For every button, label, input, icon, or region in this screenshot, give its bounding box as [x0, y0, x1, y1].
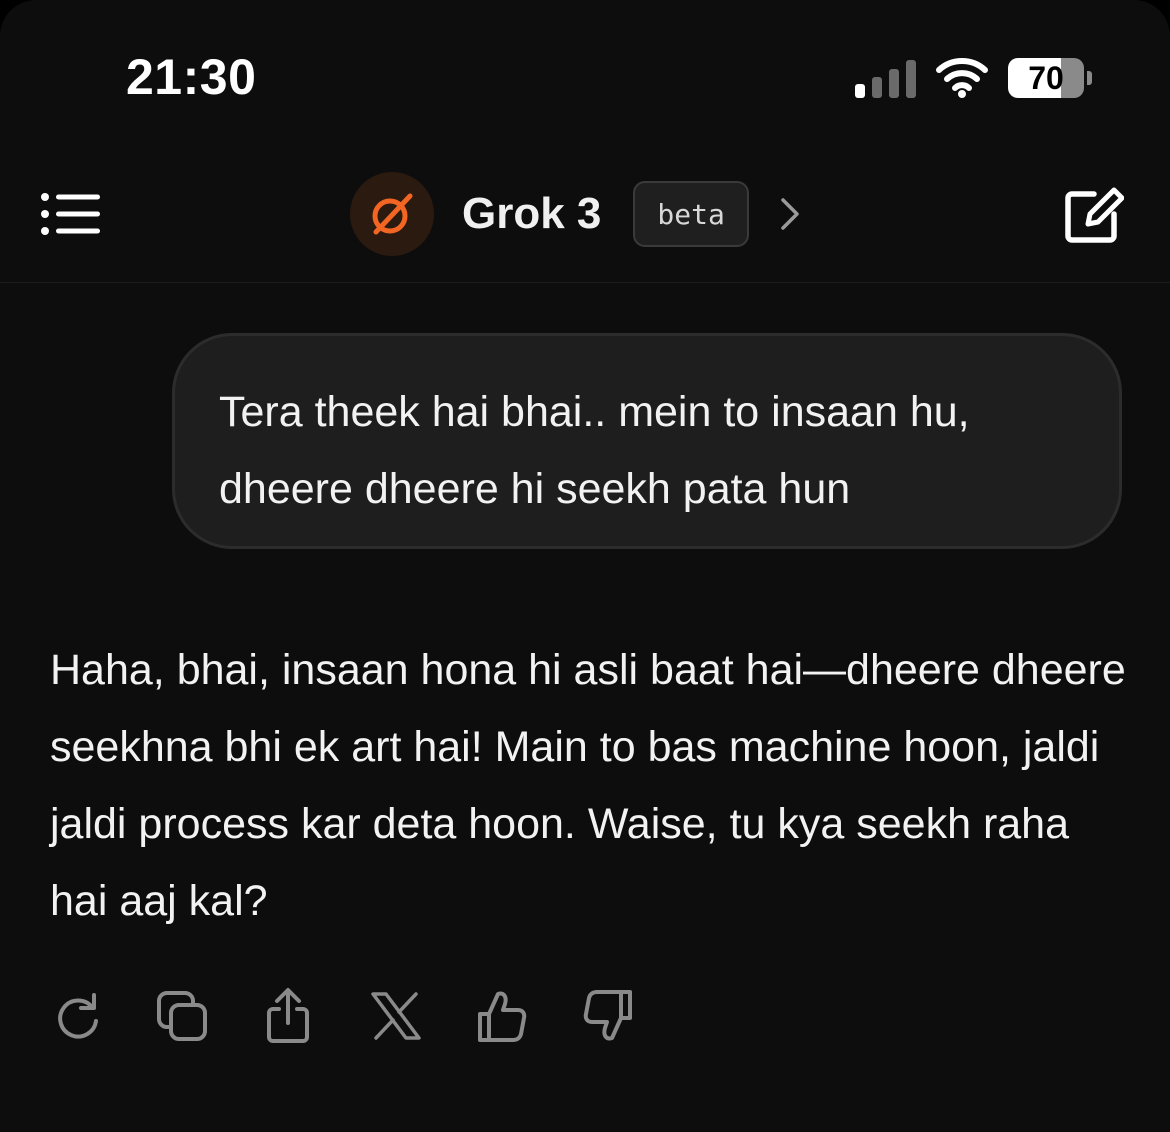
post-to-x-button[interactable] — [368, 986, 424, 1046]
regenerate-button[interactable] — [50, 986, 106, 1046]
wifi-icon — [936, 58, 988, 98]
model-selector[interactable]: Grok 3 beta — [350, 172, 801, 256]
x-logo-icon — [371, 992, 421, 1040]
status-bar: 21:30 70 — [0, 0, 1170, 150]
chat-screen: 21:30 70 Grok 3 beta Tera theek hai bhai… — [0, 0, 1170, 1132]
beta-badge: beta — [633, 181, 749, 247]
battery-icon: 70 — [1008, 58, 1084, 98]
user-message-bubble: Tera theek hai bhai.. mein to insaan hu,… — [172, 333, 1122, 549]
user-message-text: Tera theek hai bhai.. mein to insaan hu,… — [219, 388, 970, 513]
thumbs-up-button[interactable] — [474, 986, 530, 1046]
battery-cap — [1087, 71, 1092, 85]
thumbs-down-icon — [583, 990, 632, 1041]
battery-level: 70 — [1028, 60, 1064, 96]
menu-list-icon[interactable] — [40, 192, 102, 236]
share-icon — [267, 988, 309, 1043]
share-button[interactable] — [260, 986, 316, 1046]
regenerate-icon — [58, 993, 98, 1039]
thumbs-down-button[interactable] — [580, 986, 636, 1046]
status-time: 21:30 — [126, 49, 257, 105]
grok-logo — [350, 172, 434, 256]
model-name: Grok 3 — [462, 189, 602, 238]
thumbs-up-icon — [478, 991, 527, 1042]
cellular-signal-icon — [855, 60, 916, 98]
new-chat-icon[interactable] — [1064, 184, 1124, 246]
copy-button[interactable] — [154, 986, 210, 1046]
grok-logo-icon — [372, 193, 413, 235]
copy-icon — [157, 991, 207, 1041]
chevron-right-icon — [781, 198, 799, 230]
chat-header: Grok 3 beta — [0, 150, 1170, 283]
assistant-message: Haha, bhai, insaan hona hi asli baat hai… — [50, 646, 1126, 925]
